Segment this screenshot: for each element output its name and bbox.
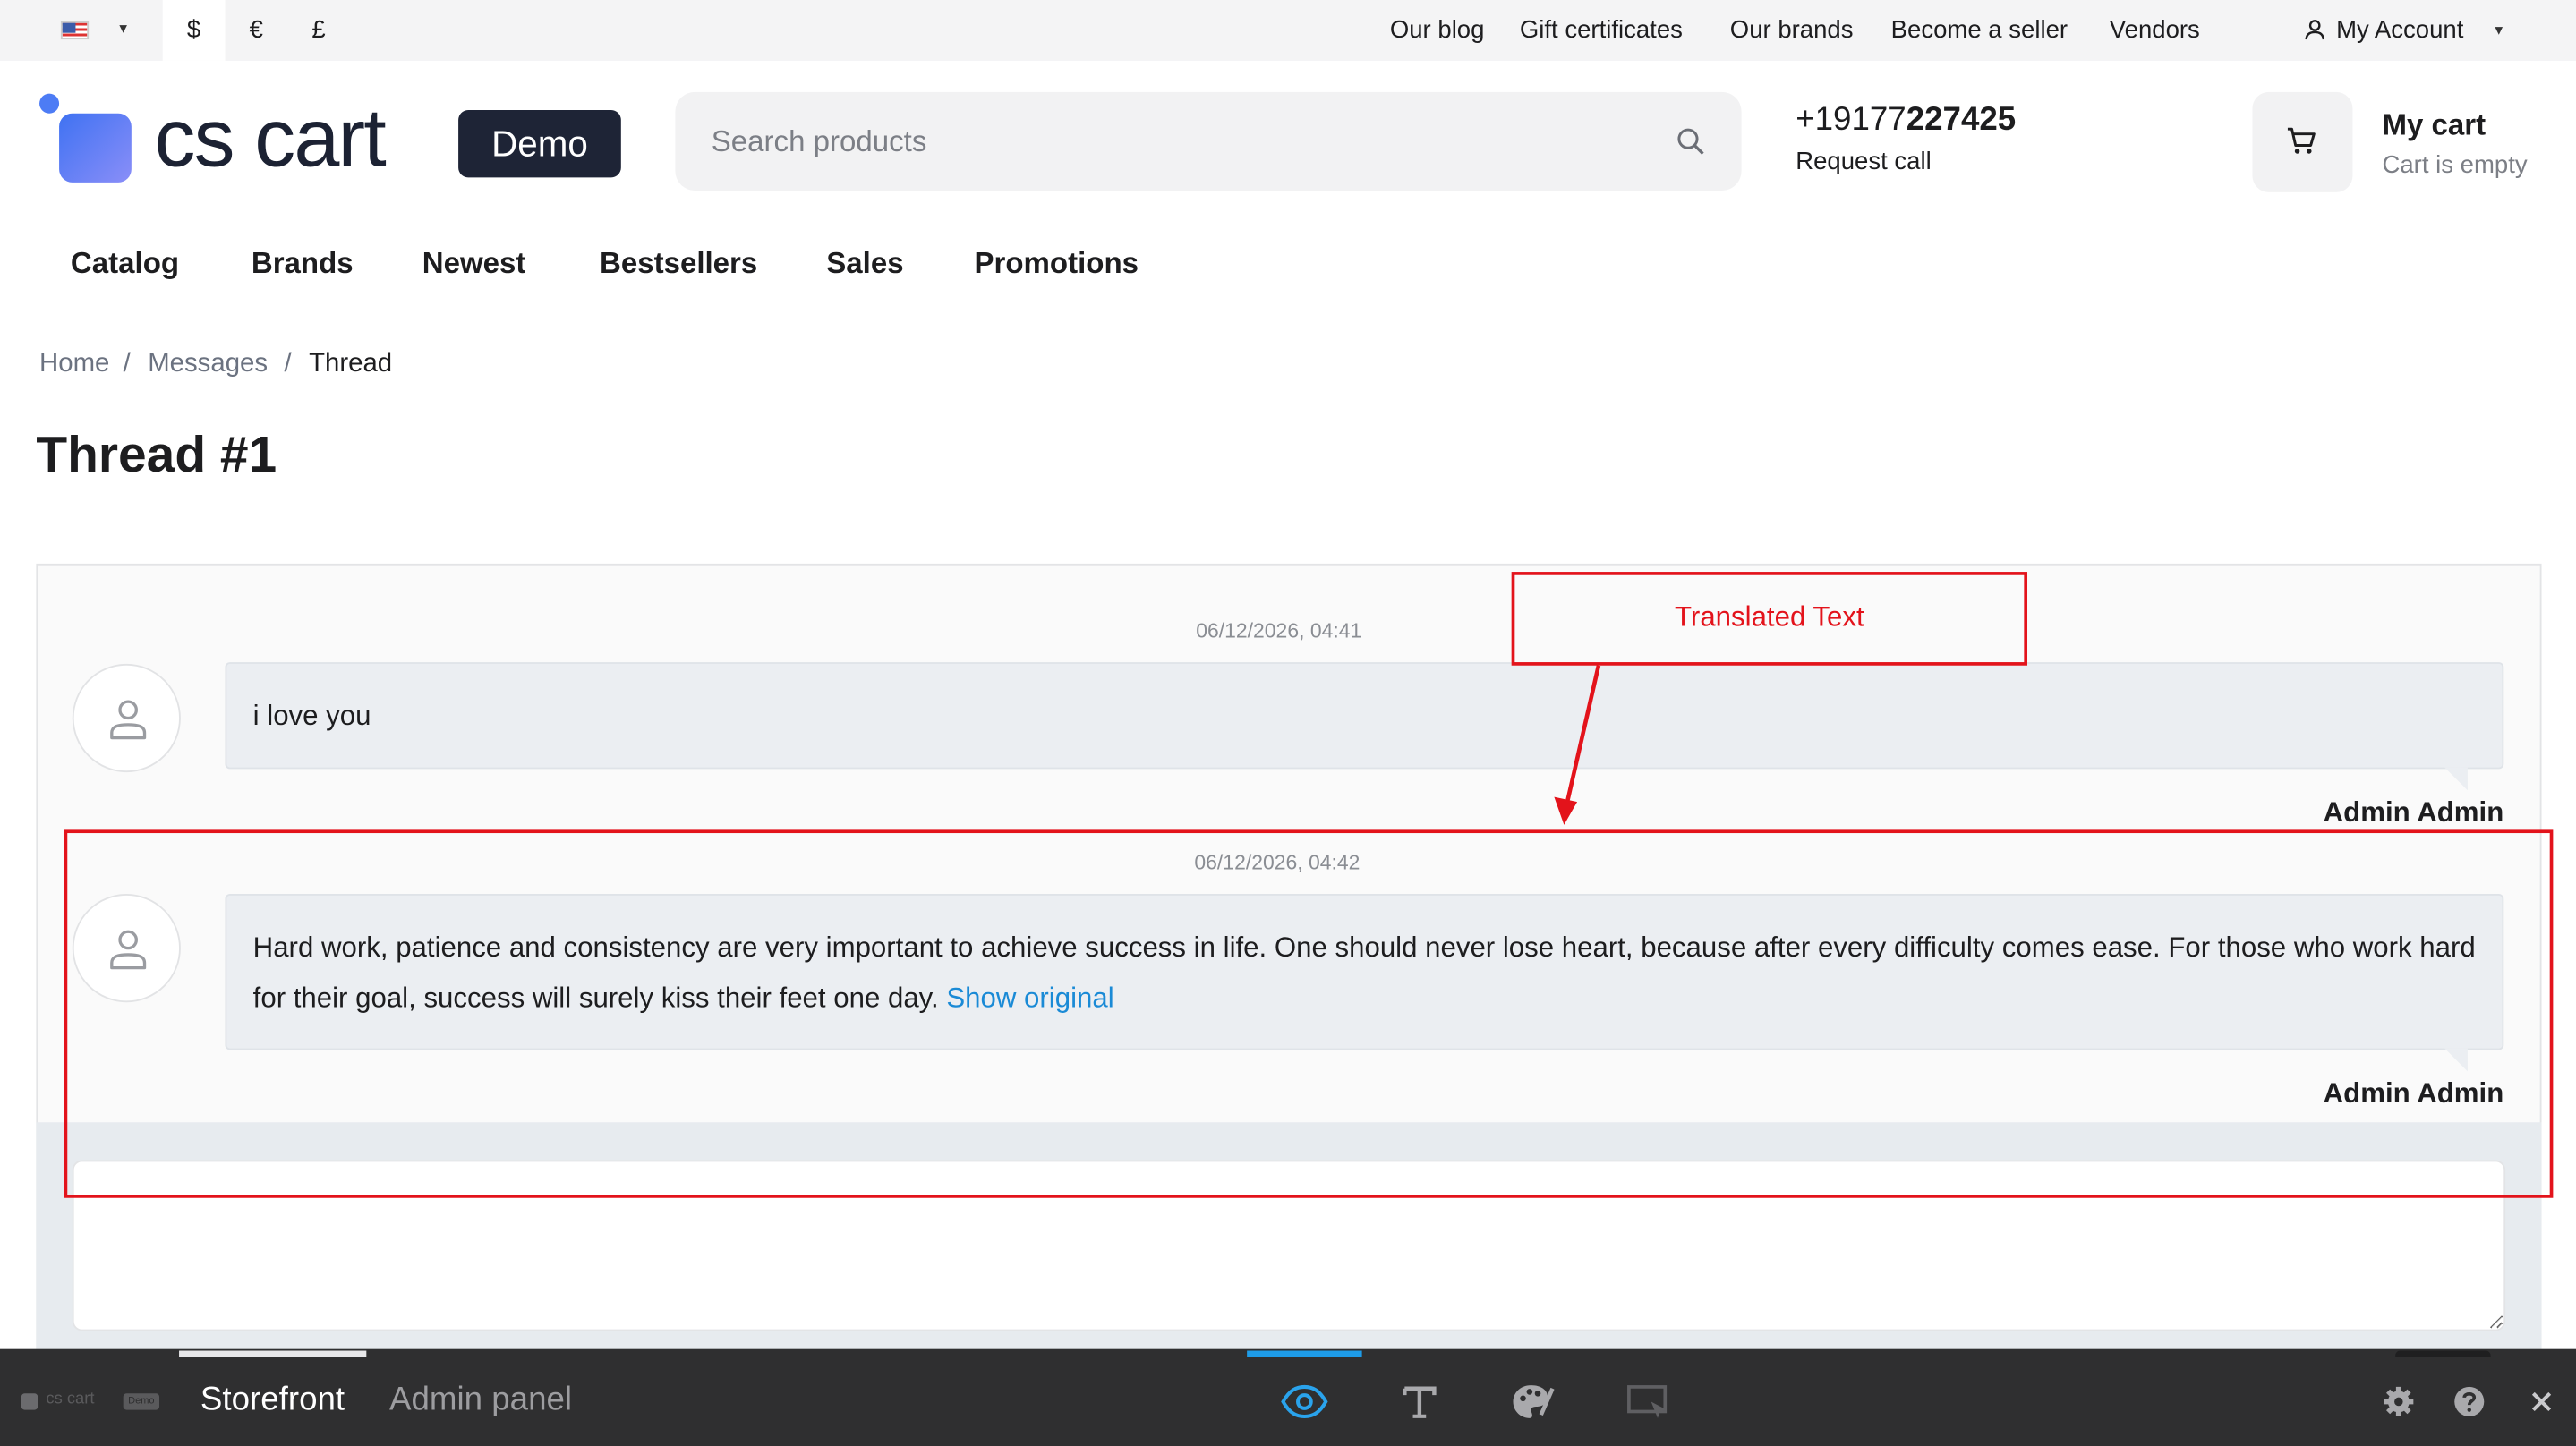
preview-active-indicator (1247, 1350, 1362, 1357)
message-text: i love you (252, 700, 371, 732)
breadcrumb-current: Thread (309, 350, 393, 379)
logo-mark[interactable] (59, 113, 132, 183)
gear-icon[interactable] (2382, 1385, 2415, 1418)
account-caret-icon[interactable]: ▼ (2492, 23, 2505, 38)
annotation-label: Translated Text (1675, 601, 1864, 634)
breadcrumb-separator: / (284, 350, 292, 379)
page-title: Thread #1 (36, 425, 277, 483)
avatar (72, 663, 181, 773)
link-vendors[interactable]: Vendors (2110, 0, 2200, 61)
search-icon[interactable] (1676, 126, 1705, 156)
breadcrumb-separator: / (123, 350, 131, 379)
tab-admin-panel[interactable]: Admin panel (389, 1382, 572, 1419)
nav-promotions[interactable]: Promotions (974, 246, 1139, 281)
nav-sales[interactable]: Sales (826, 246, 903, 281)
mini-logo-text: cs cart (46, 1390, 95, 1408)
message-bubble: i love you (225, 662, 2504, 770)
block-manager-icon[interactable] (1626, 1383, 1669, 1419)
tab-storefront[interactable]: Storefront (200, 1382, 345, 1419)
cart-title[interactable]: My cart (2382, 108, 2486, 143)
currency-gbp[interactable]: £ (287, 0, 350, 61)
message-timestamp: 06/12/2026, 04:41 (1196, 619, 1362, 643)
text-edit-icon[interactable] (1402, 1385, 1437, 1418)
demo-badge: Demo (458, 110, 621, 178)
request-call-link[interactable]: Request call (1796, 148, 1932, 175)
link-become-seller[interactable]: Become a seller (1891, 0, 2068, 61)
breadcrumb-home[interactable]: Home (39, 350, 109, 379)
cart-status: Cart is empty (2382, 150, 2528, 180)
mini-demo-badge: Demo (123, 1393, 160, 1410)
language-caret-icon[interactable]: ▼ (116, 21, 130, 37)
annotation-highlight-box (64, 829, 2554, 1198)
logo-text[interactable]: cs cart (155, 90, 387, 186)
my-account-link[interactable]: My Account (2336, 0, 2463, 61)
mini-logo-mark (21, 1393, 38, 1410)
eye-icon[interactable] (1280, 1382, 1329, 1421)
phone-suffix: 227425 (1906, 101, 2017, 139)
bubble-tail (2444, 767, 2468, 791)
help-icon[interactable] (2452, 1385, 2486, 1418)
nav-newest[interactable]: Newest (422, 246, 526, 281)
nav-bestsellers[interactable]: Bestsellers (600, 246, 757, 281)
theme-palette-icon[interactable] (1512, 1382, 1555, 1421)
user-icon[interactable] (2303, 18, 2326, 41)
currency-eur[interactable]: € (225, 0, 287, 61)
currency-usd[interactable]: $ (162, 0, 226, 61)
nav-brands[interactable]: Brands (252, 246, 354, 281)
us-flag-icon[interactable] (60, 21, 90, 40)
user-avatar-icon (110, 700, 147, 740)
cart-icon (2287, 127, 2316, 154)
toolbar-decoration (2395, 1350, 2491, 1357)
active-tab-indicator (179, 1350, 367, 1357)
link-our-blog[interactable]: Our blog (1390, 0, 1485, 61)
message-author: Admin Admin (2323, 796, 2504, 829)
logo-dot (39, 93, 60, 114)
search-box (675, 91, 1742, 191)
breadcrumb-messages[interactable]: Messages (148, 350, 268, 379)
link-our-brands[interactable]: Our brands (1730, 0, 1854, 61)
page-root: ▼ $ € £ Our blog Gift certificates Our b… (0, 0, 2576, 1446)
phone-number: +19177227425 (1796, 102, 2016, 140)
close-icon[interactable] (2530, 1391, 2554, 1414)
search-input[interactable] (711, 121, 1632, 161)
cart-button[interactable] (2252, 91, 2353, 192)
nav-catalog[interactable]: Catalog (71, 246, 179, 281)
phone-prefix: +19177 (1796, 101, 1906, 139)
link-gift-certificates[interactable]: Gift certificates (1520, 0, 1683, 61)
